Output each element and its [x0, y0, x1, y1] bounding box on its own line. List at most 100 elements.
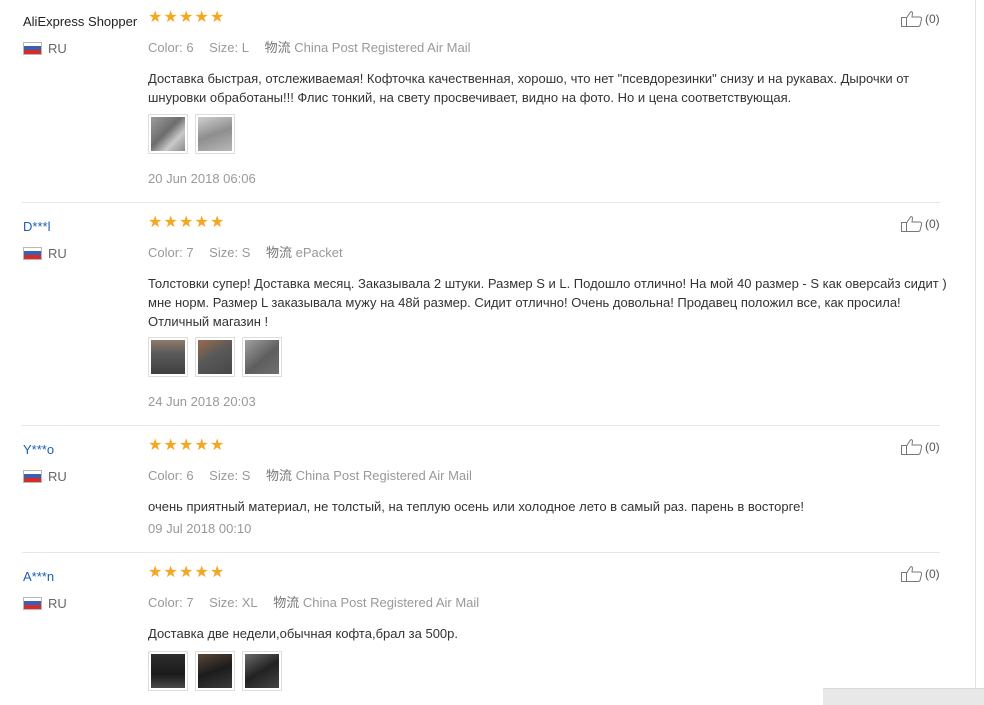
- star-icon: ★: [163, 437, 178, 454]
- size-value: L: [241, 40, 249, 55]
- thumbs-up-icon: [901, 439, 923, 455]
- size-label: Size:: [209, 40, 239, 55]
- star-rating: ★ ★ ★ ★ ★: [148, 564, 226, 581]
- review-date: 24 Jun 2018 20:03: [148, 394, 256, 409]
- russia-flag-icon: [23, 596, 42, 610]
- helpful-count: (0): [925, 12, 940, 26]
- helpful-count: (0): [925, 440, 940, 454]
- star-icon: ★: [194, 437, 209, 454]
- size-value: S: [241, 468, 251, 483]
- country-code: RU: [48, 40, 67, 56]
- star-rating: ★ ★ ★ ★ ★: [148, 214, 226, 231]
- order-attributes: Color: 7 Size: S 物流 ePacket: [148, 242, 343, 261]
- country-code: RU: [48, 468, 67, 484]
- star-icon: ★: [163, 214, 178, 231]
- shipping-label: 物流: [266, 245, 293, 260]
- star-icon: ★: [210, 564, 225, 581]
- reviewer-name[interactable]: A***n: [23, 569, 54, 585]
- reviewer-country: RU: [23, 245, 67, 261]
- shipping-value: ePacket: [295, 245, 343, 260]
- color-value: 6: [186, 40, 194, 55]
- thumbs-up-icon: [901, 566, 923, 582]
- reviewer-name[interactable]: Y***o: [23, 442, 54, 458]
- star-icon: ★: [179, 437, 194, 454]
- helpful-count: (0): [925, 217, 940, 231]
- star-icon: ★: [210, 9, 225, 26]
- star-icon: ★: [179, 9, 194, 26]
- shipping-label: 物流: [273, 595, 300, 610]
- review-divider: [22, 425, 940, 426]
- color-value: 7: [186, 245, 194, 260]
- size-value: S: [241, 245, 251, 260]
- review-photo-thumbnail[interactable]: [195, 114, 235, 154]
- star-icon: ★: [148, 437, 163, 454]
- review-text: Толстовки супер! Доставка месяц. Заказыв…: [148, 276, 947, 329]
- review-text: Доставка быстрая, отслеживаемая! Кофточк…: [148, 71, 910, 105]
- color-label: Color:: [148, 468, 183, 483]
- shipping-value: China Post Registered Air Mail: [302, 595, 480, 610]
- color-label: Color:: [148, 245, 183, 260]
- shipping-value: China Post Registered Air Mail: [295, 468, 472, 483]
- helpful-button[interactable]: (0): [900, 438, 940, 456]
- reviewer-name[interactable]: D***l: [23, 219, 50, 235]
- color-label: Color:: [148, 40, 183, 55]
- order-attributes: Color: 7 Size: XL 物流 China Post Register…: [148, 592, 479, 611]
- review-photo-thumbnail[interactable]: [195, 337, 235, 377]
- star-icon: ★: [194, 214, 209, 231]
- review-text: очень приятный материал, не толстый, на …: [148, 499, 804, 514]
- review-photo-thumbnail[interactable]: [242, 337, 282, 377]
- reviewer-country: RU: [23, 468, 67, 484]
- content-right-border: [975, 0, 976, 688]
- reviewer-country: RU: [23, 40, 67, 56]
- russia-flag-icon: [23, 246, 42, 260]
- review-photo-thumbnail[interactable]: [242, 651, 282, 691]
- review-photo-thumbnail[interactable]: [195, 651, 235, 691]
- color-value: 7: [186, 595, 194, 610]
- star-icon: ★: [194, 564, 209, 581]
- star-rating: ★ ★ ★ ★ ★: [148, 9, 226, 26]
- star-icon: ★: [148, 9, 163, 26]
- thumbs-up-icon: [901, 11, 923, 27]
- size-label: Size:: [209, 245, 239, 260]
- review-photos: [148, 337, 289, 377]
- star-icon: ★: [194, 9, 209, 26]
- country-code: RU: [48, 245, 67, 261]
- star-icon: ★: [163, 9, 178, 26]
- color-label: Color:: [148, 595, 183, 610]
- star-icon: ★: [210, 214, 225, 231]
- star-icon: ★: [148, 564, 163, 581]
- size-label: Size:: [209, 595, 239, 610]
- review-text: Доставка две недели,обычная кофта,брал з…: [148, 626, 459, 641]
- shipping-label: 物流: [264, 40, 291, 55]
- helpful-button[interactable]: (0): [900, 565, 940, 583]
- pagination-bar[interactable]: [823, 688, 984, 705]
- shipping-label: 物流: [266, 468, 293, 483]
- helpful-count: (0): [925, 567, 940, 581]
- size-label: Size:: [209, 468, 239, 483]
- review-divider: [22, 202, 940, 203]
- review-divider: [22, 552, 940, 553]
- review-date: 20 Jun 2018 06:06: [148, 171, 256, 186]
- star-icon: ★: [163, 564, 178, 581]
- star-rating: ★ ★ ★ ★ ★: [148, 437, 226, 454]
- reviewer-name: AliExpress Shopper: [23, 14, 138, 29]
- size-value: XL: [241, 595, 258, 610]
- review-photos: [148, 114, 242, 154]
- country-code: RU: [48, 595, 67, 611]
- star-icon: ★: [148, 214, 163, 231]
- review-date: 09 Jul 2018 00:10: [148, 521, 252, 536]
- helpful-button[interactable]: (0): [900, 215, 940, 233]
- shipping-value: China Post Registered Air Mail: [294, 40, 471, 55]
- order-attributes: Color: 6 Size: S 物流 China Post Registere…: [148, 465, 472, 484]
- review-photo-thumbnail[interactable]: [148, 651, 188, 691]
- russia-flag-icon: [23, 469, 42, 483]
- helpful-button[interactable]: (0): [900, 10, 940, 28]
- review-photo-thumbnail[interactable]: [148, 114, 188, 154]
- review-photo-thumbnail[interactable]: [148, 337, 188, 377]
- order-attributes: Color: 6 Size: L 物流 China Post Registere…: [148, 37, 471, 56]
- star-icon: ★: [179, 214, 194, 231]
- review-photos: [148, 651, 289, 691]
- reviewer-country: RU: [23, 595, 67, 611]
- star-icon: ★: [179, 564, 194, 581]
- thumbs-up-icon: [901, 216, 923, 232]
